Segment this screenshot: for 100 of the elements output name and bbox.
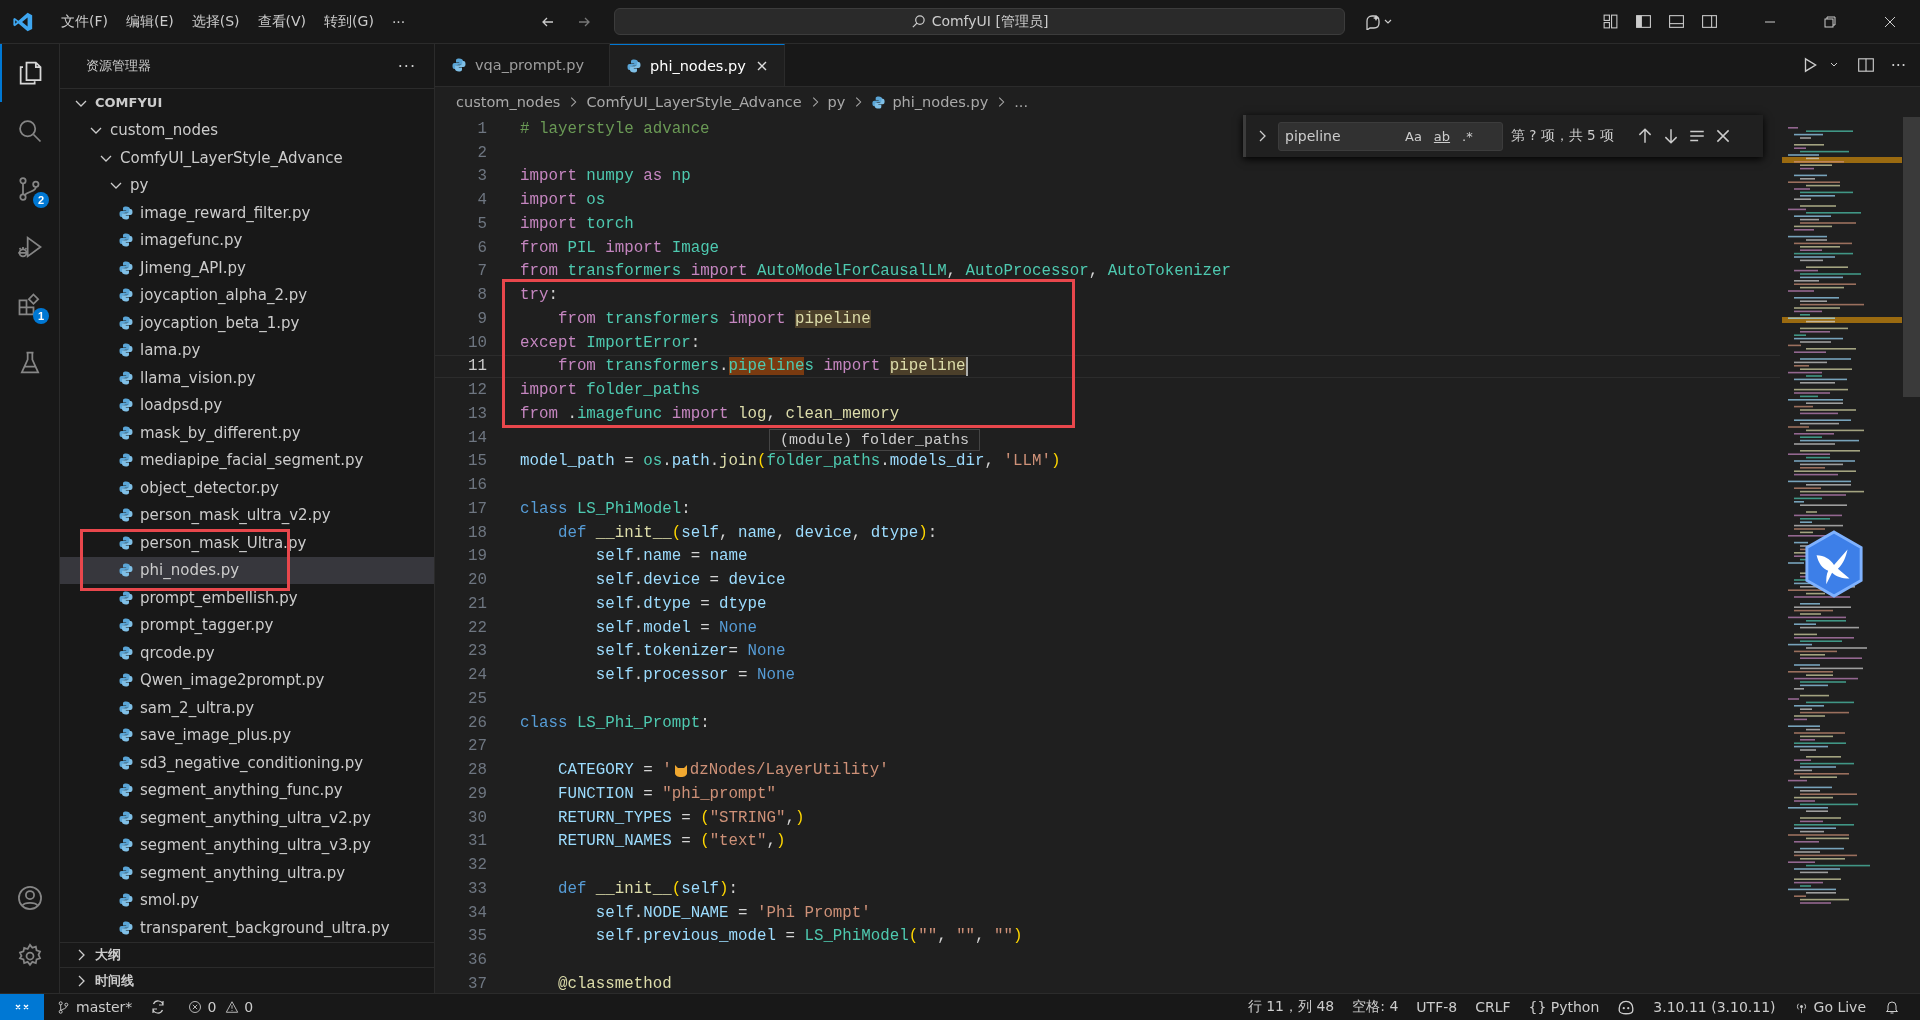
code-line: self.name = name xyxy=(594,547,748,566)
status-item[interactable]: UTF-8 xyxy=(1416,999,1458,1015)
file-item[interactable]: lama.py xyxy=(60,336,434,364)
python-file-icon xyxy=(118,727,134,744)
code-line: self.dtype = dtype xyxy=(594,594,767,613)
more-menu[interactable]: ··· xyxy=(382,13,415,30)
file-item[interactable]: segment_anything_ultra_v2.py xyxy=(60,804,434,832)
status-item[interactable]: 行 11，列 48 xyxy=(1247,998,1335,1016)
menu-item[interactable]: 查看(V) xyxy=(248,12,316,31)
line-number: 25 xyxy=(467,689,487,708)
file-item[interactable]: Jimeng_API.py xyxy=(60,254,434,282)
file-item[interactable]: loadpsd.py xyxy=(60,391,434,419)
more-actions-button[interactable]: ··· xyxy=(1890,55,1906,75)
copilot-icon[interactable] xyxy=(1617,998,1636,1016)
restore-icon[interactable] xyxy=(1822,13,1838,30)
account-icon[interactable] xyxy=(16,884,44,912)
line-number: 16 xyxy=(467,476,487,495)
file-item[interactable]: imagefunc.py xyxy=(60,226,434,254)
toggle-sidebar-icon[interactable] xyxy=(1635,13,1652,30)
section-header[interactable]: 时间线 xyxy=(60,967,434,993)
find-input-field[interactable]: pipeline Aa ab .* xyxy=(1278,121,1503,151)
file-item[interactable]: joycaption_beta_1.py xyxy=(60,309,434,337)
line-number: 11 xyxy=(467,357,487,376)
code-line: import folder_paths xyxy=(520,381,701,400)
file-item[interactable]: llama_vision.py xyxy=(60,364,434,392)
python-file-icon xyxy=(118,204,134,221)
file-item[interactable]: smol.py xyxy=(60,886,434,914)
file-item[interactable]: sam_2_ultra.py xyxy=(60,694,434,722)
menu-item[interactable]: 选择(S) xyxy=(182,12,249,31)
language-mode-button[interactable]: {} Python xyxy=(1528,999,1600,1015)
problems-button[interactable]: 0 0 xyxy=(184,999,254,1015)
menu-item[interactable]: 转到(G) xyxy=(315,12,383,31)
go-live-button[interactable]: Go Live xyxy=(1793,999,1866,1015)
file-item[interactable]: segment_anything_ultra_v3.py xyxy=(60,831,434,859)
branch-button[interactable]: master* xyxy=(56,999,133,1015)
file-item[interactable]: object_detector.py xyxy=(60,474,434,502)
file-item[interactable]: mediapipe_facial_segment.py xyxy=(60,446,434,474)
folder-item[interactable]: py xyxy=(60,171,434,199)
python-file-icon xyxy=(118,782,134,799)
file-item[interactable]: prompt_tagger.py xyxy=(60,611,434,639)
run-debug-icon[interactable] xyxy=(16,233,44,261)
hover-tooltip: (module) folder_paths xyxy=(769,429,981,451)
code-line: from transformers import AutoModelForCausalLM, AutoProcessor, AutoTokenizer xyxy=(520,262,1232,281)
hexagon-bird-icon[interactable] xyxy=(1803,530,1865,598)
line-number: 18 xyxy=(467,523,487,542)
toggle-secondary-sidebar-icon[interactable] xyxy=(1701,13,1718,30)
menu-item[interactable]: 文件(F) xyxy=(52,12,117,31)
file-item[interactable]: phi_nodes.py xyxy=(60,556,434,584)
editor-tab[interactable]: phi_nodes.py xyxy=(610,44,785,86)
status-item[interactable]: 空格: 4 xyxy=(1352,998,1399,1016)
code-line: import os xyxy=(520,191,606,210)
file-item[interactable]: person_mask_ultra_v2.py xyxy=(60,501,434,529)
code-line: self.NODE_NAME = 'Phi Prompt' xyxy=(594,903,871,922)
menu-item[interactable]: 编辑(E) xyxy=(117,12,183,31)
file-item[interactable]: sd3_negative_conditioning.py xyxy=(60,749,434,777)
notifications-icon[interactable] xyxy=(1884,999,1900,1015)
file-item[interactable]: prompt_embellish.py xyxy=(60,584,434,612)
scrollbar[interactable] xyxy=(1903,117,1920,397)
breadcrumb-item[interactable]: ComfyUI_LayerStyle_Advance xyxy=(584,94,804,110)
customize-layout-icon[interactable] xyxy=(1602,13,1619,30)
split-editor-icon[interactable] xyxy=(1856,56,1875,74)
python-file-icon xyxy=(118,232,134,249)
file-item[interactable]: mask_by_different.py xyxy=(60,419,434,447)
sync-icon[interactable] xyxy=(150,999,167,1015)
code-text: CATEGORY = ' xyxy=(556,761,672,780)
folder-item[interactable]: custom_nodes xyxy=(60,116,434,144)
python-file-icon xyxy=(118,397,134,414)
toggle-panel-icon[interactable] xyxy=(1668,13,1685,30)
remote-button[interactable] xyxy=(0,993,44,1020)
line-number: 37 xyxy=(467,974,487,993)
find-option-toggle[interactable]: ab xyxy=(1431,127,1453,145)
find-option-toggle[interactable]: .* xyxy=(1460,127,1475,145)
code-line: from transformers.pipelines import pipeline xyxy=(520,356,968,376)
file-item[interactable]: qrcode.py xyxy=(60,639,434,667)
file-item[interactable]: segment_anything_ultra.py xyxy=(60,859,434,887)
command-center[interactable]: ComfyUI [管理员] xyxy=(614,8,1345,35)
section-header[interactable]: 大纲 xyxy=(60,941,434,968)
activity-bar-button[interactable]: 1 xyxy=(0,276,58,334)
more-actions-button[interactable]: ··· xyxy=(397,56,416,76)
file-item[interactable]: save_image_plus.py xyxy=(60,721,434,749)
folder-item[interactable]: ComfyUI_LayerStyle_Advance xyxy=(60,144,434,172)
branch-icon xyxy=(56,999,71,1015)
sidebar-title: 资源管理器 xyxy=(86,57,151,75)
line-number: 13 xyxy=(467,404,487,423)
file-item[interactable]: segment_anything_func.py xyxy=(60,776,434,804)
breadcrumb-item[interactable]: custom_nodes xyxy=(454,94,563,110)
find-option-toggle[interactable]: Aa xyxy=(1403,127,1424,145)
breadcrumb-item[interactable]: py xyxy=(825,94,848,110)
breadcrumb-item[interactable]: phi_nodes.py xyxy=(869,94,991,110)
notification-badge: 1 xyxy=(33,308,49,324)
search-icon[interactable] xyxy=(16,117,44,145)
file-item[interactable]: Qwen_image2prompt.py xyxy=(60,666,434,694)
folder-item[interactable]: COMFYUI xyxy=(60,89,434,117)
status-item[interactable]: CRLF xyxy=(1475,999,1511,1015)
file-item[interactable]: joycaption_alpha_2.py xyxy=(60,281,434,309)
file-item[interactable]: transparent_background_ultra.py xyxy=(60,914,434,942)
python-interpreter-button[interactable]: 3.10.11 (3.10.11) xyxy=(1653,999,1776,1015)
activity-bar-button[interactable]: 2 xyxy=(0,160,58,218)
breadcrumb-item[interactable]: ... xyxy=(1012,94,1031,110)
file-item[interactable]: image_reward_filter.py xyxy=(60,199,434,227)
